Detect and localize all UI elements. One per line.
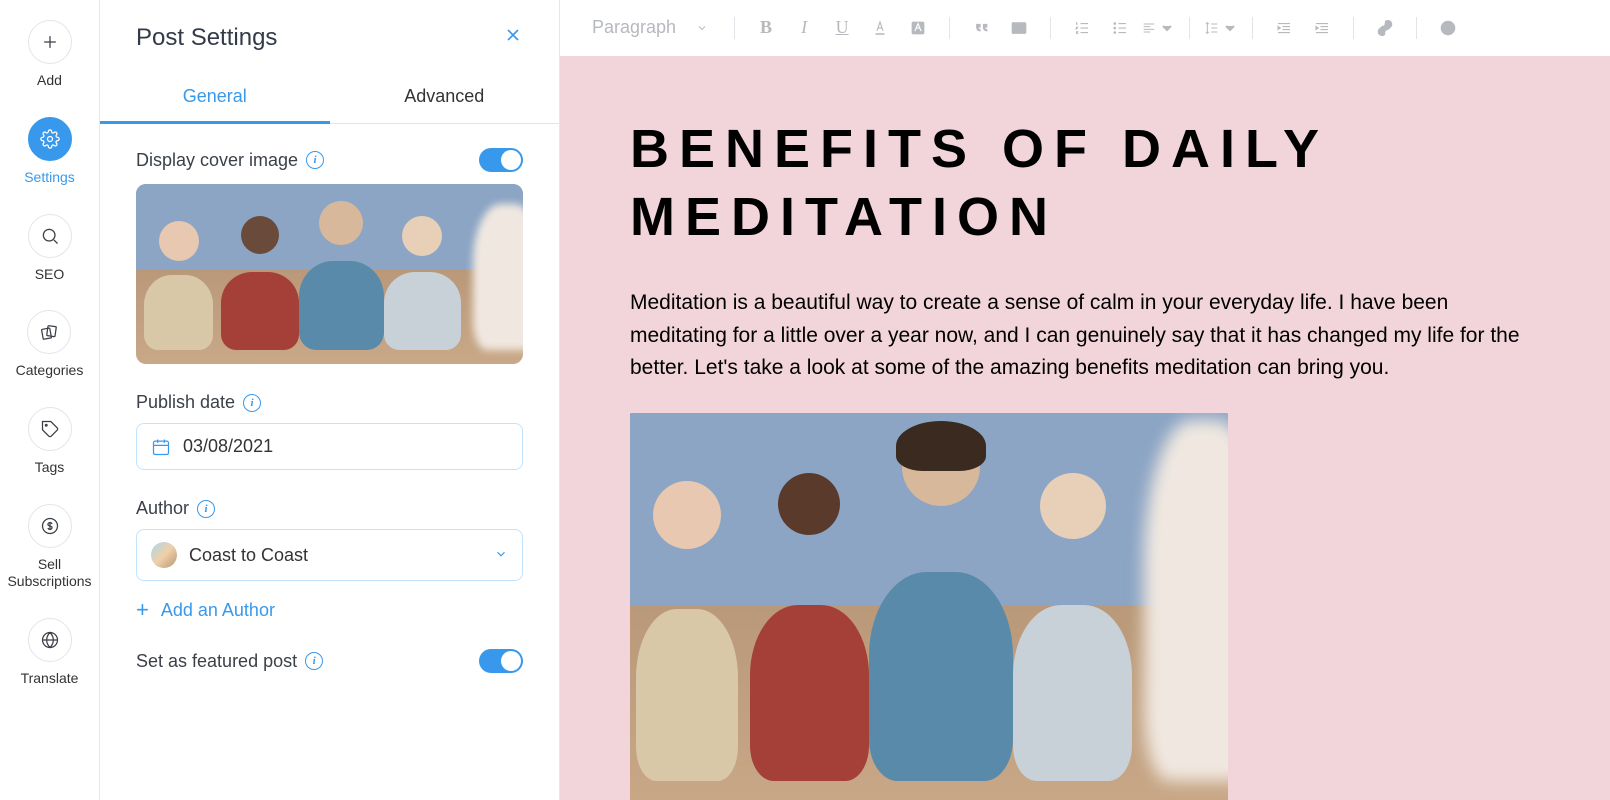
chevron-down-icon (494, 545, 508, 566)
rail-item-tags[interactable]: Tags (28, 407, 72, 476)
code-block-button[interactable] (1002, 11, 1036, 45)
publish-date-label-text: Publish date (136, 392, 235, 413)
separator (949, 17, 950, 39)
tab-general[interactable]: General (100, 72, 330, 124)
rail-item-settings[interactable]: Settings (24, 117, 75, 186)
bulleted-list-button[interactable] (1103, 11, 1137, 45)
italic-button[interactable]: I (787, 11, 821, 45)
plus-icon: + (136, 599, 149, 621)
plus-icon (28, 20, 72, 64)
display-cover-label-text: Display cover image (136, 150, 298, 171)
separator (1189, 17, 1190, 39)
quote-button[interactable] (964, 11, 998, 45)
author-select[interactable]: Coast to Coast (136, 529, 523, 581)
panel-body: Display cover image i (100, 124, 559, 697)
author-value: Coast to Coast (189, 545, 308, 566)
numbered-list-button[interactable] (1065, 11, 1099, 45)
globe-icon (28, 618, 72, 662)
publish-date-value: 03/08/2021 (183, 436, 273, 457)
info-icon[interactable]: i (305, 652, 323, 670)
author-label: Author i (136, 498, 523, 519)
publish-date-input[interactable]: 03/08/2021 (136, 423, 523, 470)
panel-title: Post Settings (136, 24, 277, 52)
paragraph-style-dropdown[interactable]: Paragraph (580, 17, 720, 38)
rail-item-sell-subscriptions[interactable]: Sell Subscriptions (0, 504, 99, 590)
rail-item-seo[interactable]: SEO (28, 214, 72, 283)
separator (1050, 17, 1051, 39)
rail-item-add[interactable]: Add (28, 20, 72, 89)
tag-icon (28, 407, 72, 451)
underline-button[interactable]: U (825, 11, 859, 45)
search-icon (28, 214, 72, 258)
add-author-label: Add an Author (161, 600, 275, 621)
highlight-button[interactable] (901, 11, 935, 45)
separator (1416, 17, 1417, 39)
post-image[interactable] (630, 413, 1228, 800)
link-button[interactable] (1368, 11, 1402, 45)
featured-toggle[interactable] (479, 649, 523, 673)
panel-header: Post Settings (100, 0, 559, 72)
add-author-button[interactable]: + Add an Author (136, 595, 523, 621)
bold-button[interactable]: B (749, 11, 783, 45)
increase-indent-button[interactable] (1305, 11, 1339, 45)
paragraph-label: Paragraph (592, 17, 676, 38)
decrease-indent-button[interactable] (1267, 11, 1301, 45)
separator (734, 17, 735, 39)
post-body[interactable]: Meditation is a beautiful way to create … (630, 287, 1540, 385)
field-featured-post: Set as featured post i (136, 649, 523, 673)
display-cover-label: Display cover image i (136, 150, 324, 171)
chevron-down-icon (696, 22, 708, 34)
author-label-text: Author (136, 498, 189, 519)
post-title[interactable]: BENEFITS OF DAILY MEDITATION (630, 116, 1540, 251)
gear-icon (28, 117, 72, 161)
rail-label-sell: Sell Subscriptions (0, 556, 99, 590)
info-button[interactable] (1431, 11, 1465, 45)
text-color-button[interactable] (863, 11, 897, 45)
cards-icon (27, 310, 71, 354)
editor: Paragraph B I U BENEFITS OF DAILY MEDITA… (560, 0, 1610, 800)
featured-label: Set as featured post i (136, 651, 323, 672)
dollar-icon (28, 504, 72, 548)
featured-label-text: Set as featured post (136, 651, 297, 672)
rail-item-categories[interactable]: Categories (16, 310, 84, 379)
close-icon[interactable] (503, 24, 523, 52)
left-rail: Add Settings SEO Categories Tags Sell Su… (0, 0, 100, 800)
rail-label-translate: Translate (21, 670, 79, 687)
rail-label-tags: Tags (35, 459, 65, 476)
rail-label-categories: Categories (16, 362, 84, 379)
calendar-icon (151, 437, 171, 457)
info-icon[interactable]: i (197, 500, 215, 518)
align-dropdown[interactable] (1141, 11, 1175, 45)
tab-advanced[interactable]: Advanced (330, 72, 560, 123)
rail-item-translate[interactable]: Translate (21, 618, 79, 687)
separator (1252, 17, 1253, 39)
separator (1353, 17, 1354, 39)
post-settings-panel: Post Settings General Advanced Display c… (100, 0, 560, 800)
line-spacing-dropdown[interactable] (1204, 11, 1238, 45)
rail-label-add: Add (37, 72, 62, 89)
field-author: Author i Coast to Coast + Add an Author (136, 498, 523, 621)
cover-image-preview[interactable] (136, 184, 523, 364)
rail-label-settings: Settings (24, 169, 75, 186)
editor-canvas[interactable]: BENEFITS OF DAILY MEDITATION Meditation … (560, 56, 1610, 800)
display-cover-toggle[interactable] (479, 148, 523, 172)
info-icon[interactable]: i (306, 151, 324, 169)
rail-label-seo: SEO (35, 266, 65, 283)
field-display-cover: Display cover image i (136, 148, 523, 364)
avatar (151, 542, 177, 568)
publish-date-label: Publish date i (136, 392, 523, 413)
info-icon[interactable]: i (243, 394, 261, 412)
editor-toolbar: Paragraph B I U (560, 0, 1610, 56)
panel-tabs: General Advanced (100, 72, 559, 124)
field-publish-date: Publish date i 03/08/2021 (136, 392, 523, 470)
